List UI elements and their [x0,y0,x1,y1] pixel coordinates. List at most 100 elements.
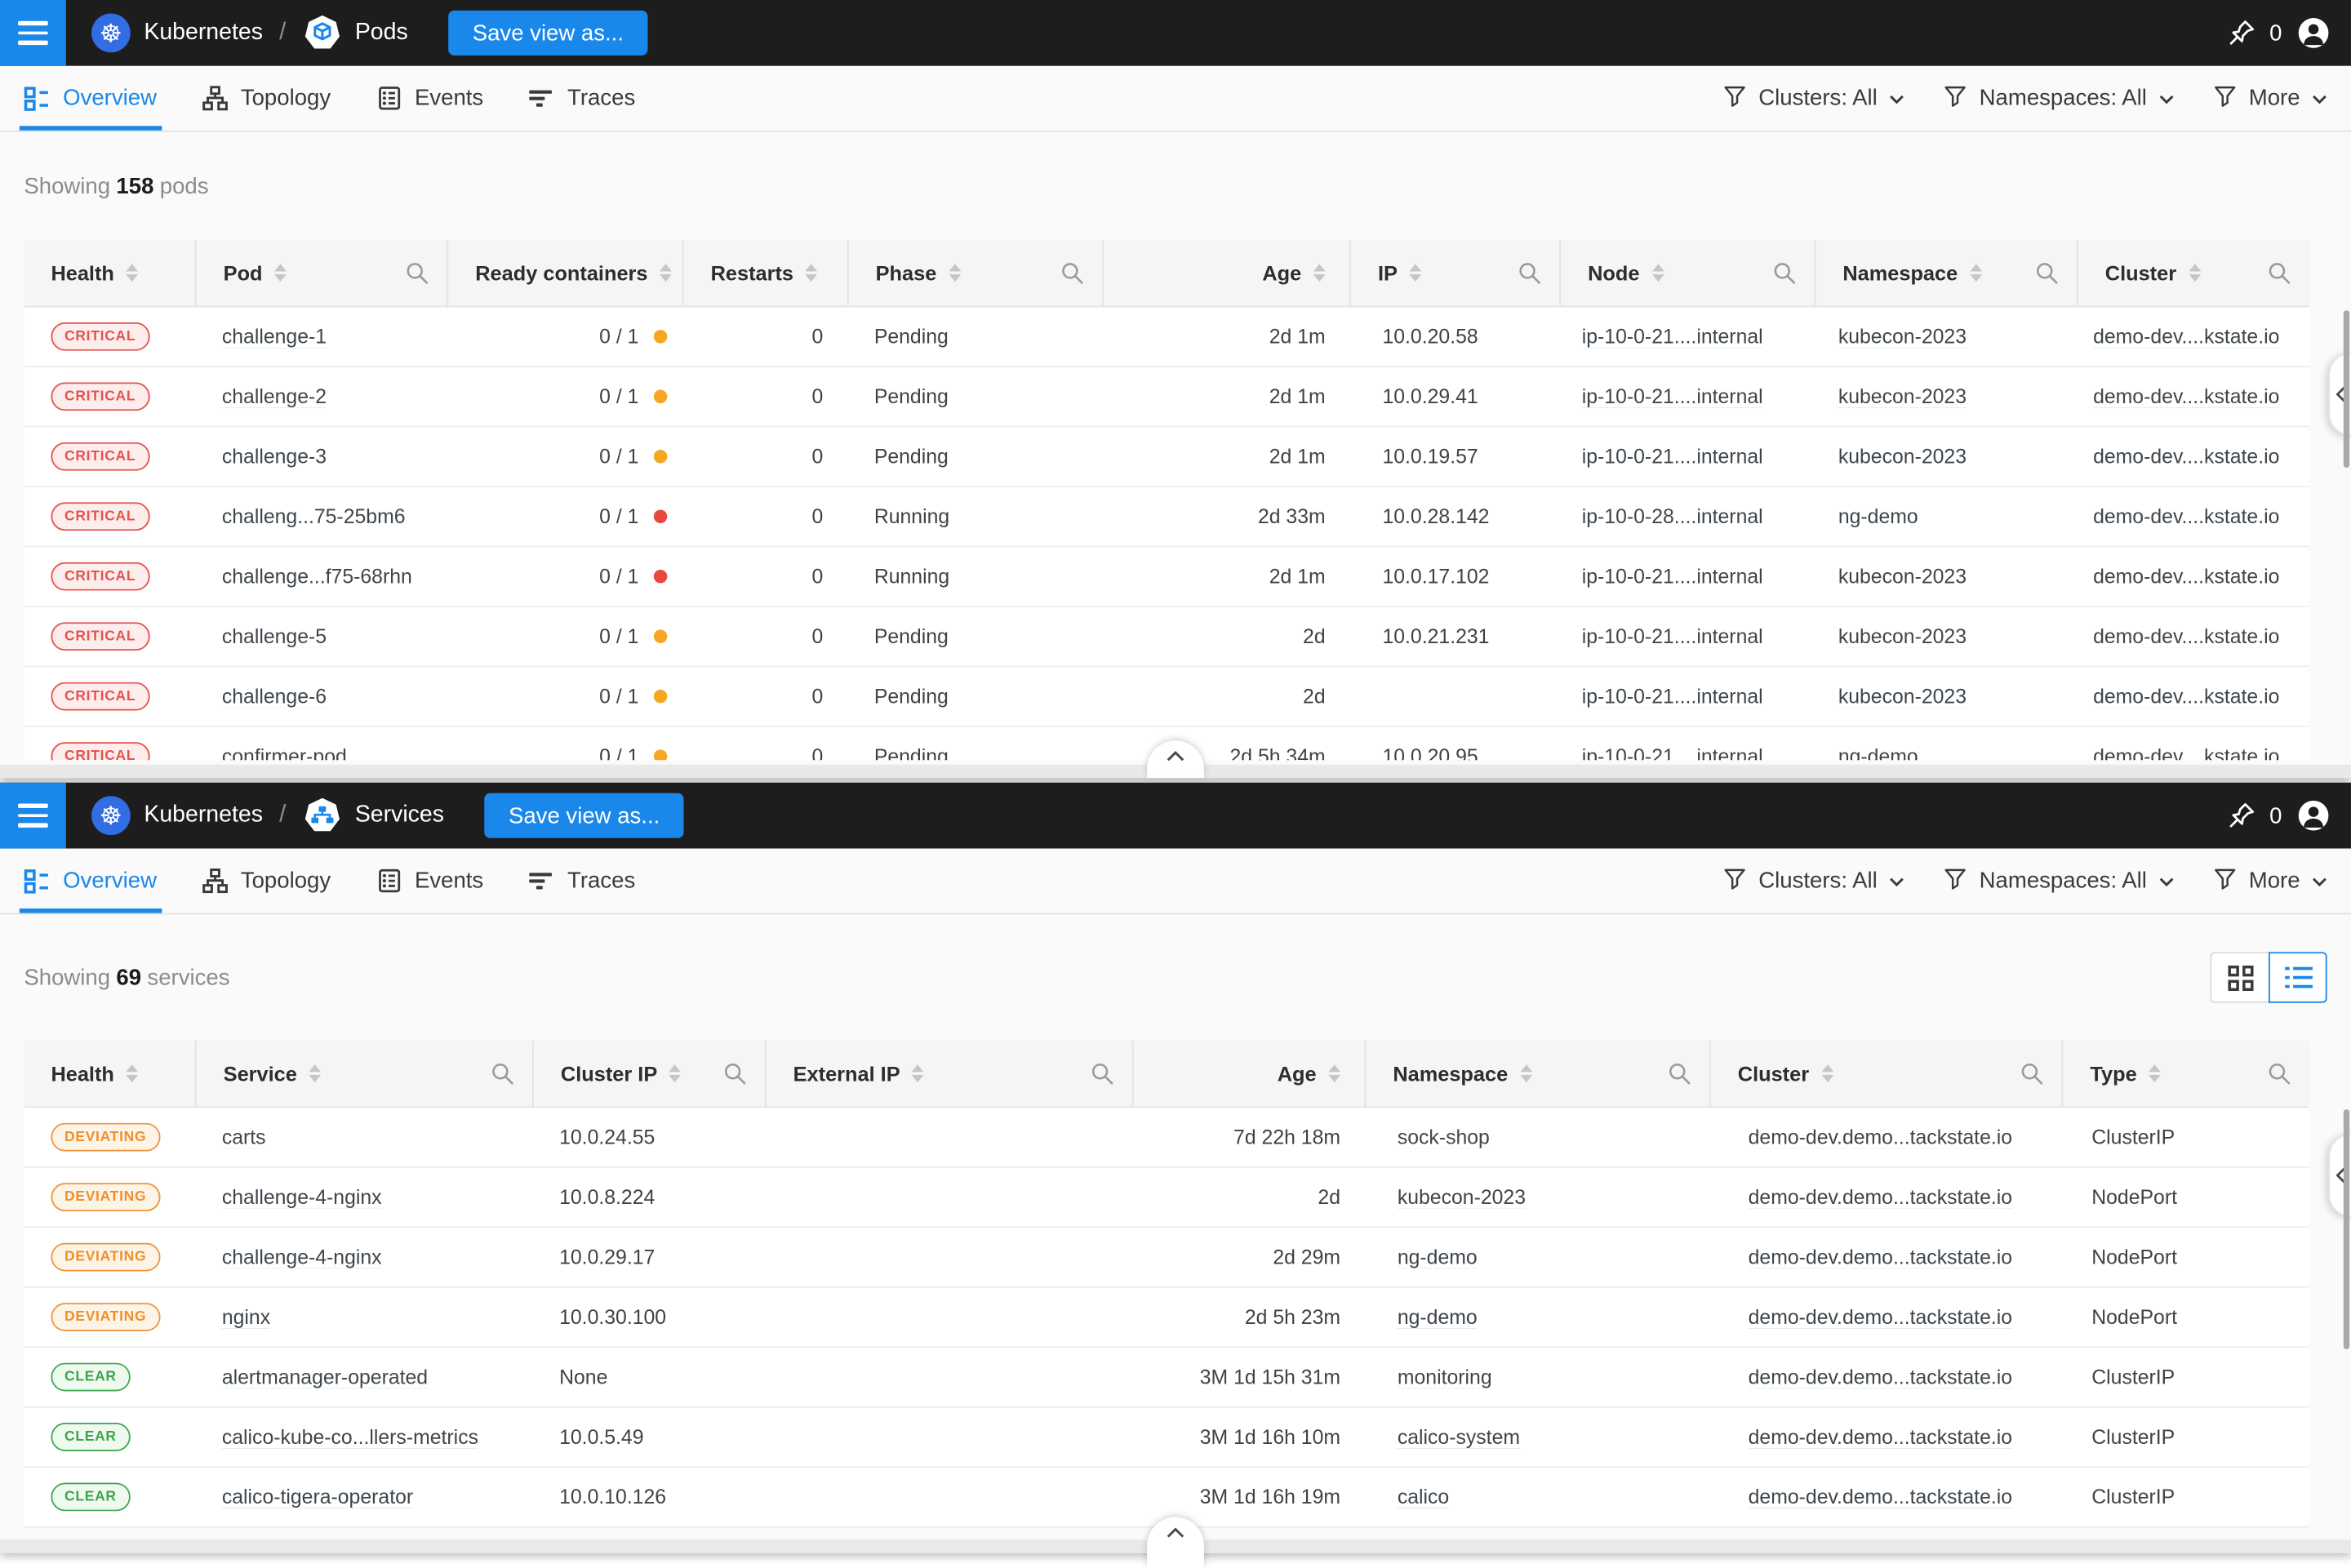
cluster-link[interactable]: demo-dev.demo...tackstate.io [1749,1126,2012,1148]
namespace-link[interactable]: kubecon-2023 [1838,685,1967,708]
cluster-link[interactable]: demo-dev.demo...tackstate.io [1749,1366,2012,1388]
column-header-namespace[interactable]: Namespace [1814,240,2076,306]
node-link[interactable]: ip-10-0-21....internal [1582,446,1763,469]
column-header-ready[interactable]: Ready containers [447,240,682,306]
cluster-link[interactable]: demo-dev....kstate.io [2093,505,2279,528]
sort-icon[interactable] [2189,264,2201,282]
filter-namespaces-all[interactable]: Namespaces: All [1944,866,2174,896]
hamburger-menu-icon[interactable] [0,0,66,66]
pin-icon[interactable] [2226,18,2256,48]
search-icon[interactable] [1760,261,1796,285]
service-link[interactable]: challenge-4-nginx [222,1246,382,1268]
filter-clusters-all[interactable]: Clusters: All [1722,83,1904,113]
pin-icon[interactable] [2226,801,2256,831]
column-header-restarts[interactable]: Restarts [682,240,847,306]
cluster-link[interactable]: demo-dev....kstate.io [2093,326,2279,349]
search-icon[interactable] [1655,1061,1691,1085]
scroll-to-top-button[interactable] [1147,1517,1204,1568]
service-link[interactable]: calico-tigera-operator [222,1486,413,1508]
sort-icon[interactable] [806,264,818,282]
user-avatar-icon[interactable] [2295,15,2331,51]
service-link[interactable]: nginx [222,1306,270,1329]
namespace-link[interactable]: calico-system [1398,1426,1520,1449]
pod-link[interactable]: challenge-2 [222,385,327,408]
cluster-link[interactable]: demo-dev....kstate.io [2093,385,2279,408]
cluster-link[interactable]: demo-dev.demo...tackstate.io [1749,1426,2012,1449]
column-header-pod[interactable]: Pod [195,240,447,306]
column-header-age[interactable]: Age [1132,1041,1365,1107]
node-link[interactable]: ip-10-0-21....internal [1582,565,1763,588]
column-header-ip[interactable]: IP [1349,240,1559,306]
sort-icon[interactable] [669,1064,682,1083]
node-link[interactable]: ip-10-0-21....internal [1582,625,1763,648]
namespace-link[interactable]: monitoring [1398,1366,1492,1388]
sort-icon[interactable] [949,264,961,282]
cluster-link[interactable]: demo-dev.demo...tackstate.io [1749,1186,2012,1209]
search-icon[interactable] [393,261,429,285]
sort-icon[interactable] [127,1064,139,1083]
column-header-phase[interactable]: Phase [847,240,1102,306]
cluster-link[interactable]: demo-dev.demo...tackstate.io [1749,1486,2012,1508]
tab-topology[interactable]: Topology [202,66,331,131]
service-link[interactable]: carts [222,1126,266,1148]
namespace-link[interactable]: calico [1398,1486,1449,1508]
namespace-link[interactable]: kubecon-2023 [1838,565,1967,588]
column-header-health[interactable]: Health [24,1041,194,1107]
node-link[interactable]: ip-10-0-21....internal [1582,745,1763,760]
column-header-health[interactable]: Health [24,240,194,306]
column-header-node[interactable]: Node [1559,240,1814,306]
search-icon[interactable] [478,1061,514,1085]
node-link[interactable]: ip-10-0-21....internal [1582,685,1763,708]
sort-icon[interactable] [1821,1064,1833,1083]
cluster-link[interactable]: demo-dev....kstate.io [2093,565,2279,588]
namespace-link[interactable]: kubecon-2023 [1838,625,1967,648]
column-header-age[interactable]: Age [1102,240,1349,306]
grid-view-button[interactable] [2210,952,2269,1002]
filter-clusters-all[interactable]: Clusters: All [1722,866,1904,896]
node-link[interactable]: ip-10-0-21....internal [1582,385,1763,408]
namespace-link[interactable]: ng-demo [1398,1306,1478,1329]
column-header-external_ip[interactable]: External IP [765,1041,1132,1107]
service-link[interactable]: challenge-4-nginx [222,1186,382,1209]
cluster-link[interactable]: demo-dev....kstate.io [2093,685,2279,708]
tab-topology[interactable]: Topology [202,849,331,913]
search-icon[interactable] [2023,261,2059,285]
search-icon[interactable] [711,1061,747,1085]
namespace-link[interactable]: sock-shop [1398,1126,1490,1148]
tab-traces[interactable]: Traces [528,66,635,131]
sort-icon[interactable] [309,1064,322,1083]
column-header-cluster[interactable]: Cluster [1709,1041,2062,1107]
node-link[interactable]: ip-10-0-28....internal [1582,505,1763,528]
column-header-service[interactable]: Service [195,1041,532,1107]
tab-events[interactable]: Events [376,849,483,913]
sort-icon[interactable] [912,1064,924,1083]
pod-link[interactable]: challeng...75-25bm6 [222,505,406,528]
namespace-link[interactable]: ng-demo [1398,1246,1478,1268]
sort-icon[interactable] [1410,264,1422,282]
pod-link[interactable]: confirmer-pod [222,745,347,760]
sort-icon[interactable] [1970,264,1982,282]
sort-icon[interactable] [660,264,672,282]
filter-more[interactable]: More [2213,866,2327,896]
pod-link[interactable]: challenge-3 [222,446,327,469]
pod-link[interactable]: challenge-6 [222,685,327,708]
cluster-link[interactable]: demo-dev....kstate.io [2093,446,2279,469]
pod-link[interactable]: challenge-1 [222,326,327,349]
tab-events[interactable]: Events [376,66,483,131]
breadcrumb-root[interactable]: Kubernetes [144,20,263,47]
search-icon[interactable] [1078,1061,1114,1085]
search-icon[interactable] [2255,261,2291,285]
namespace-link[interactable]: kubecon-2023 [1838,326,1967,349]
namespace-link[interactable]: ng-demo [1838,745,1918,760]
namespace-link[interactable]: kubecon-2023 [1838,446,1967,469]
tab-overview[interactable]: Overview [24,66,157,131]
namespace-link[interactable]: kubecon-2023 [1398,1186,1526,1209]
sort-icon[interactable] [1651,264,1664,282]
node-link[interactable]: ip-10-0-21....internal [1582,326,1763,349]
cluster-link[interactable]: demo-dev....kstate.io [2093,745,2279,760]
pod-link[interactable]: challenge-5 [222,625,327,648]
namespace-link[interactable]: kubecon-2023 [1838,385,1967,408]
column-header-cluster[interactable]: Cluster [2077,240,2309,306]
filter-namespaces-all[interactable]: Namespaces: All [1944,83,2174,113]
sort-icon[interactable] [1313,264,1326,282]
